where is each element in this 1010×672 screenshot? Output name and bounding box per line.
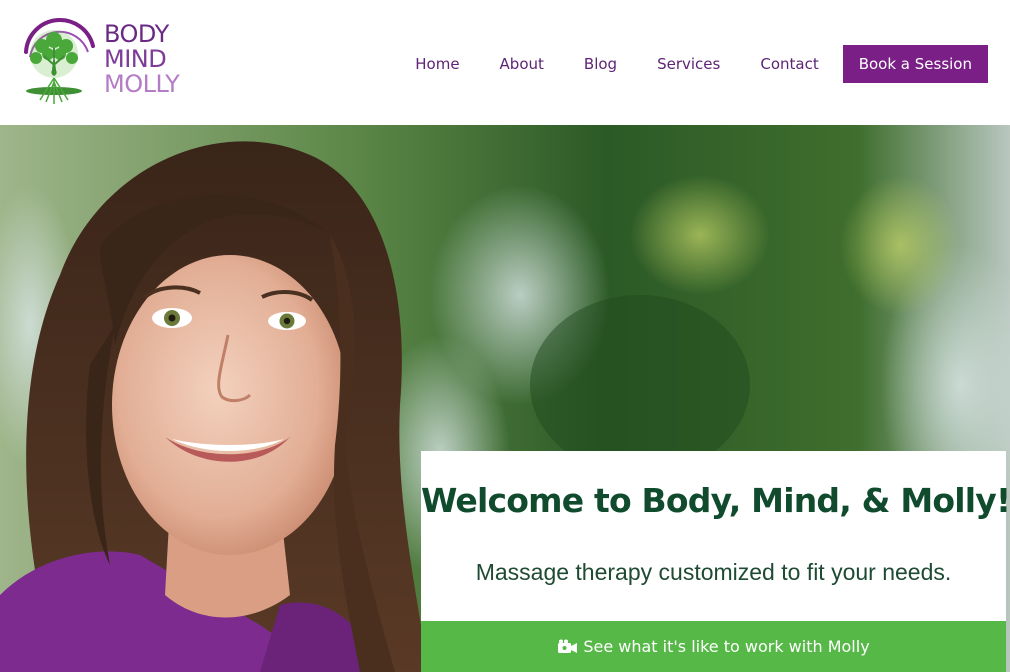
welcome-subtitle: Massage therapy customized to fit your n… [475, 559, 952, 585]
logo-line-body: BODY [104, 20, 169, 48]
logo-line-mind: MIND [104, 45, 167, 73]
logo-line-molly: MOLLY [104, 70, 180, 98]
book-session-button[interactable]: Book a Session [842, 45, 988, 83]
hero-banner: Welcome to Body, Mind, & Molly! Massage … [0, 125, 1010, 672]
video-camera-icon [557, 639, 579, 655]
nav-about[interactable]: About [500, 55, 544, 73]
site-logo[interactable]: BODY MIND MOLLY [14, 12, 194, 107]
logo-wordmark: BODY MIND MOLLY [104, 20, 180, 98]
nav-home[interactable]: Home [415, 55, 459, 73]
nav-blog[interactable]: Blog [584, 55, 617, 73]
tree-of-life-icon [14, 12, 96, 107]
site-header: BODY MIND MOLLY Home About Blog Services… [0, 0, 1010, 125]
nav-contact[interactable]: Contact [760, 55, 818, 73]
watch-video-button[interactable]: See what it's like to work with Molly [421, 621, 1006, 672]
welcome-title: Welcome to Body, Mind, & Molly! [421, 481, 1010, 520]
welcome-card-body: Welcome to Body, Mind, & Molly! Massage … [421, 451, 1010, 621]
welcome-card: Welcome to Body, Mind, & Molly! Massage … [421, 451, 1010, 672]
main-nav: Home About Blog Services Contact Book a … [415, 45, 988, 83]
nav-services[interactable]: Services [657, 55, 720, 73]
watch-video-label: See what it's like to work with Molly [583, 637, 870, 656]
